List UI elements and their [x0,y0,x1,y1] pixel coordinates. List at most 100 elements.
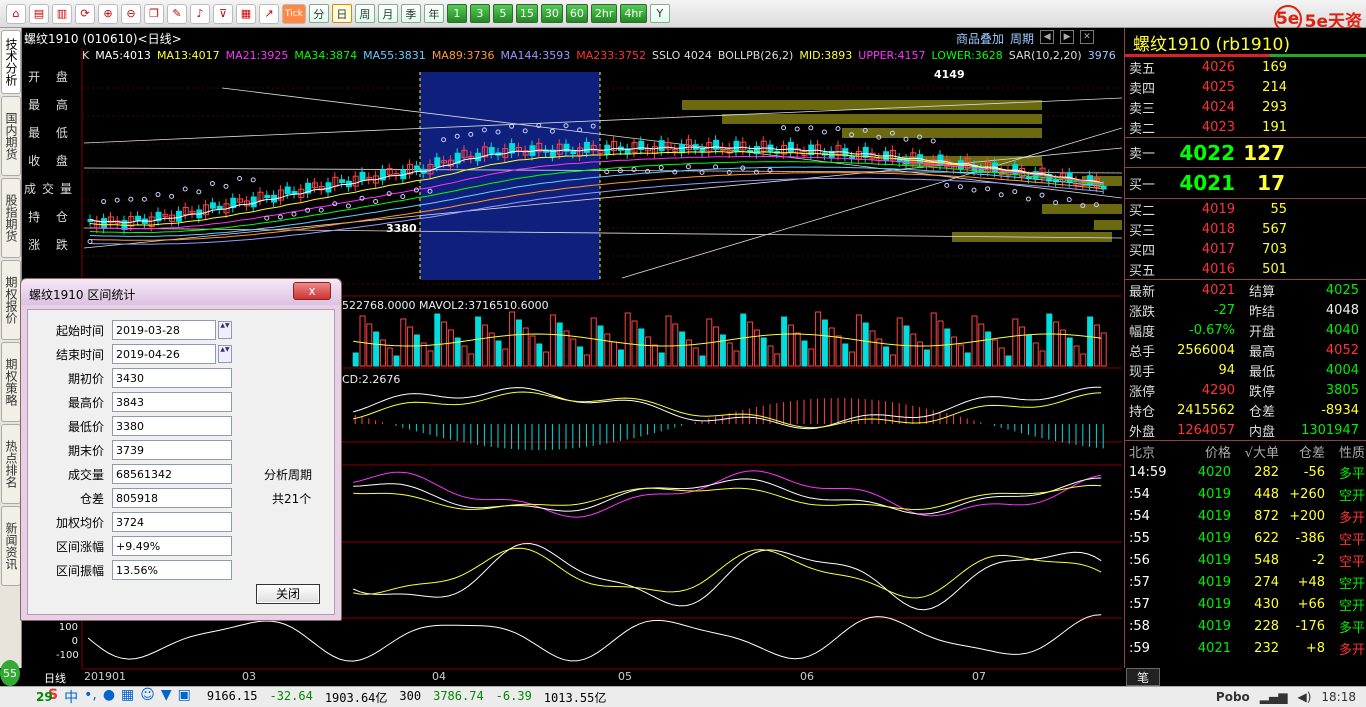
volume-bar [1059,329,1066,367]
period-30[interactable]: 30 [540,4,563,23]
field-input[interactable]: 3724 [112,512,232,532]
info-key: 最高 [1249,344,1276,360]
tick-row[interactable]: 14:59 4020 282 -56 多平 [1125,461,1366,483]
window-icon[interactable]: ❐ [144,3,164,24]
bid1-row[interactable]: 买一 4021 17 [1125,168,1366,199]
period-周[interactable]: 周 [354,4,375,23]
sidebar-tab-4[interactable]: 期权策略 [1,342,21,422]
field-input[interactable]: 3430 [112,368,232,388]
sidebar-tab-2[interactable]: 股指期货 [1,178,21,258]
period-60[interactable]: 60 [565,4,588,23]
depth-row[interactable]: 卖三 4024 293 [1125,97,1366,117]
period-5[interactable]: 5 [492,4,513,23]
tick-row[interactable]: :56 4019 548 -2 空平 [1125,549,1366,571]
field-input[interactable]: 3739 [112,440,232,460]
period-3[interactable]: 3 [469,4,490,23]
tick-cell: 4020 [1197,464,1231,480]
volume-bar [536,343,543,367]
depth-cell: 买二 [1129,203,1156,219]
field-input[interactable]: 2019-04-26 [112,344,216,364]
depth-row[interactable]: 买五 4016 501 [1125,259,1366,279]
tick-cell: 空开 [1338,488,1365,504]
depth-row[interactable]: 卖五 4026 169 [1125,57,1366,77]
pen-icon[interactable]: ✎ [167,3,187,24]
field-row: 最低价 3380 [28,416,258,436]
period-Y[interactable]: Y [649,4,670,23]
depth-row[interactable]: 卖二 4023 191 [1125,117,1366,137]
period-分[interactable]: 分 [308,4,329,23]
depth-row[interactable]: 买二 4019 55 [1125,199,1366,219]
tick-row[interactable]: :57 4019 274 +48 空开 [1125,571,1366,593]
period-15[interactable]: 15 [515,4,538,23]
field-input[interactable]: 68561342 [112,464,232,484]
sar-dot [169,193,175,199]
tick-row[interactable]: :58 4019 228 -176 多平 [1125,615,1366,637]
tick-row[interactable]: :54 4019 448 +260 空开 [1125,483,1366,505]
ime-toolbar: S 中 •, ● ▦ ☺ ▼ ▣ [0,687,191,707]
notebook-icon[interactable]: ▤ [29,3,49,24]
depth-row[interactable]: 买四 4017 703 [1125,239,1366,259]
home-icon[interactable]: ⌂ [6,3,26,24]
sidebar-tab-6[interactable]: 新闻资讯 [1,506,21,586]
tick-cell: :57 [1129,574,1150,590]
field-row: 仓差 805918 [28,488,258,508]
candle-body [658,140,665,152]
zoom-in-icon[interactable]: ⊕ [98,3,118,24]
x-axis-label: 201901 [84,670,126,683]
grid-icon[interactable]: ▣ [178,687,191,707]
user-icon[interactable]: ☺ [140,687,155,707]
tick-cell: 空平 [1338,532,1365,548]
volume-bar [828,327,835,367]
shirt-icon[interactable]: ▼ [161,687,172,707]
field-input[interactable]: 2019-03-28 [112,320,216,340]
sidebar-tab-5[interactable]: 热点排名 [1,424,21,504]
sidebar-bottom-badge[interactable]: 55 [0,660,20,686]
field-input[interactable]: 3843 [112,392,232,412]
tick-list[interactable]: 14:59 4020 282 -56 多平:54 4019 448 +260 空开:54 4019… [1125,461,1366,659]
filter-icon[interactable]: ⊽ [213,3,233,24]
depth-row[interactable]: 买三 4018 567 [1125,219,1366,239]
index-value: 1013.55亿 [543,690,607,705]
punct-icon[interactable]: •, [84,687,97,707]
period-日[interactable]: 日 [331,4,352,23]
date-spin-icon[interactable]: ▲▼ [218,321,232,339]
info-value: -8934 [1321,402,1359,418]
field-input[interactable]: 805918 [112,488,232,508]
table-icon[interactable]: ▦ [236,3,256,24]
refresh-icon[interactable]: ⟳ [75,3,95,24]
dialog-close-icon[interactable]: x [293,282,331,300]
bell-icon[interactable]: ♪ [190,3,210,24]
period-年[interactable]: 年 [423,4,444,23]
tick-row[interactable]: :57 4019 430 +66 空开 [1125,593,1366,615]
tick-row[interactable]: :54 4019 872 +200 多开 [1125,505,1366,527]
volume-icon[interactable]: ◀) [1297,690,1311,704]
ask1-row[interactable]: 卖一 4022 127 [1125,137,1366,168]
depth-row[interactable]: 卖四 4025 214 [1125,77,1366,97]
period-1[interactable]: 1 [446,4,467,23]
keyboard-icon[interactable]: ▦ [121,687,134,707]
zoom-out-icon[interactable]: ⊖ [121,3,141,24]
ohlc-labels: 开 盘最 高最 低收 盘成交量持 仓涨 跌 [22,62,80,282]
tick-row[interactable]: :59 4021 232 +8 多开 [1125,637,1366,659]
date-spin-icon[interactable]: ▲▼ [218,345,232,363]
period-季[interactable]: 季 [400,4,421,23]
tick-tab[interactable]: 笔 [1126,668,1160,686]
sidebar-tab-1[interactable]: 国内期货 [1,96,21,176]
tick-row[interactable]: :55 4019 622 -386 空平 [1125,527,1366,549]
mic-icon[interactable]: ● [103,687,115,707]
period-月[interactable]: 月 [377,4,398,23]
news-icon[interactable]: ▥ [52,3,72,24]
field-input[interactable]: +9.49% [112,536,232,556]
sidebar-tab-3[interactable]: 期权报价 [1,260,21,340]
ohlc-label: 收 盘 [28,154,74,168]
field-label: 最高价 [67,395,104,410]
period-2hr[interactable]: 2hr [590,4,618,23]
tick-icon[interactable]: Tick [282,3,306,24]
trend-icon[interactable]: ↗ [259,3,279,24]
period-4hr[interactable]: 4hr [620,4,647,23]
sidebar-tab-0[interactable]: 技术分析 [1,30,21,94]
field-input[interactable]: 13.56% [112,560,232,580]
ime-mode-icon[interactable]: 中 [64,687,78,707]
close-button[interactable]: 关闭 [256,584,320,604]
field-input[interactable]: 3380 [112,416,232,436]
